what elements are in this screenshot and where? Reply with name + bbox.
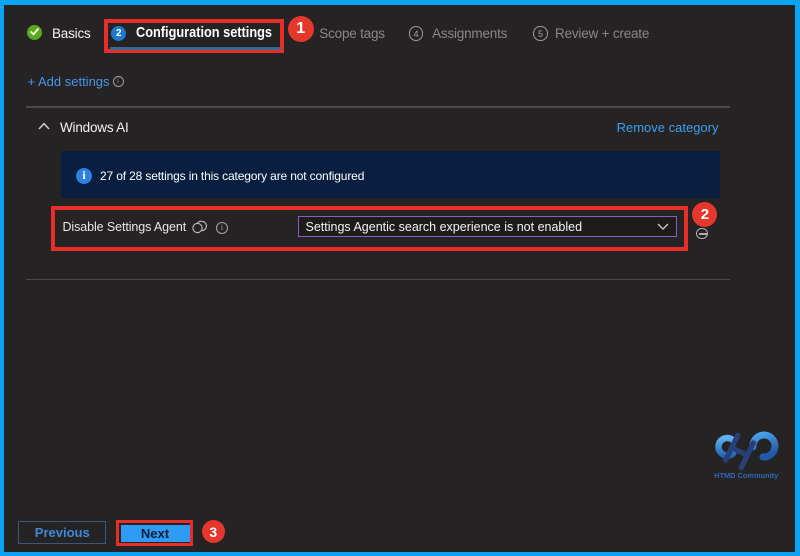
svg-text:HTMD Community: HTMD Community — [714, 471, 779, 480]
